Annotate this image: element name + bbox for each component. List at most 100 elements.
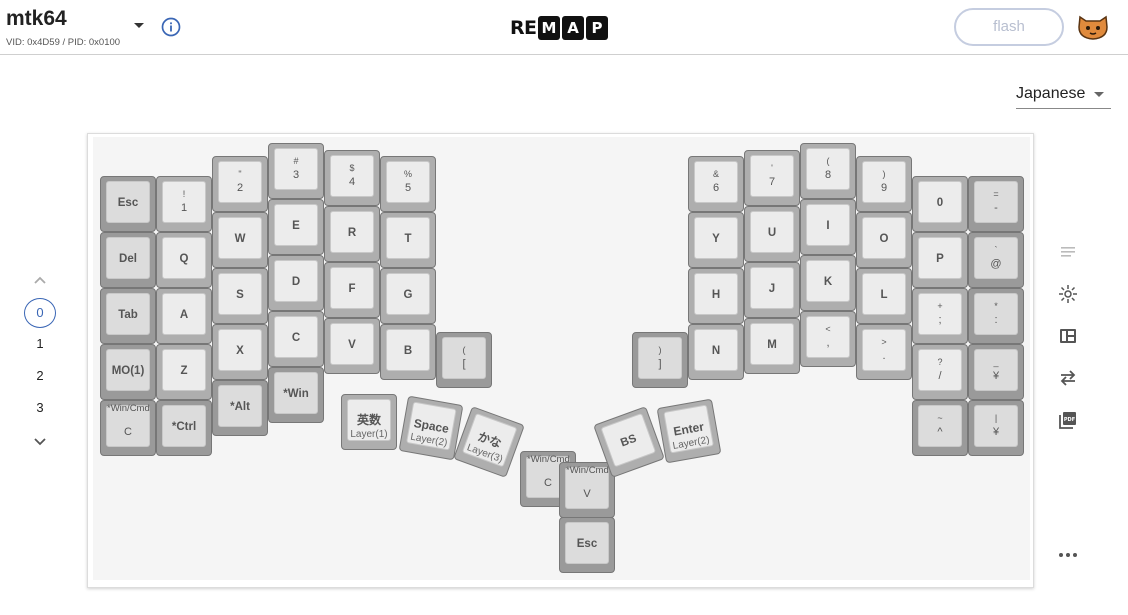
key-yen[interactable]: _ ¥ [968,344,1024,400]
key-enter[interactable]: Enter Layer(2) [656,398,722,464]
keycap-top: Del [106,237,150,279]
keycap-top: <, [806,316,850,358]
key-p[interactable]: P [912,232,968,288]
key-legend: J [768,283,776,295]
keycap-top: & 6 [694,161,738,203]
key-k6[interactable]: & 6 [688,156,744,212]
key-b[interactable]: B [380,324,436,380]
pdf-icon[interactable]: PDF [1058,410,1078,430]
keycap-top: L [862,273,906,315]
key-yen2[interactable]: | ¥ [968,400,1024,456]
key-k1[interactable]: ! 1 [156,176,212,232]
key-h[interactable]: H [688,268,744,324]
key-comma[interactable]: <, [800,311,856,367]
key-at[interactable]: ` @ [968,232,1024,288]
keyboard-menu-caret-icon[interactable] [134,23,144,28]
key-colon[interactable]: *: [968,288,1024,344]
key-space[interactable]: Space Layer(2) [398,395,464,461]
keyboard-language-select[interactable]: Japanese [1016,80,1111,109]
key-k4[interactable]: $4 [324,150,380,206]
key-x[interactable]: X [212,324,268,380]
key-m[interactable]: M [744,318,800,374]
lighting-icon[interactable] [1058,284,1078,304]
key-legend: Z [180,365,188,377]
key-k2[interactable]: " 2 [212,156,268,212]
key-i[interactable]: I [800,199,856,255]
key-legend: E [292,220,300,232]
key-k5[interactable]: % 5 [380,156,436,212]
key-wincmd_v[interactable]: *Win/Cmd V [559,462,615,518]
key-wincmd_c[interactable]: *Win/Cmd C [100,400,156,456]
key-f[interactable]: F [324,262,380,318]
key-k9[interactable]: ) 9 [856,156,912,212]
key-j[interactable]: J [744,262,800,318]
layer-up-chevron-icon[interactable] [32,272,48,288]
key-del[interactable]: Del [100,232,156,288]
key-legend: *Win [283,388,309,400]
key-y[interactable]: Y [688,212,744,268]
key-rbrk[interactable]: )] [632,332,688,388]
key-slash[interactable]: ? / [912,344,968,400]
layer-item-2[interactable]: 2 [24,361,56,391]
key-t[interactable]: T [380,212,436,268]
key-esc[interactable]: Esc [100,176,156,232]
key-period[interactable]: >. [856,324,912,380]
key-win[interactable]: *Win [268,367,324,423]
key-u[interactable]: U [744,206,800,262]
key-legend: 英数 [356,413,381,427]
key-caret[interactable]: ~ ^ [912,400,968,456]
logo-letter: R [510,17,525,39]
info-icon[interactable] [161,17,181,37]
key-a[interactable]: A [156,288,212,344]
key-c[interactable]: C [268,311,324,367]
key-esc2[interactable]: Esc [559,517,615,573]
key-shift-legend: _ [993,357,999,367]
key-n[interactable]: N [688,324,744,380]
swap-icon[interactable] [1058,368,1078,388]
key-shift-legend: ? [937,357,943,367]
key-o[interactable]: O [856,212,912,268]
key-e[interactable]: E [268,199,324,255]
keycap-top: *: [974,293,1018,335]
layer-item-0[interactable]: 0 [24,298,56,328]
keycap-top: ~ ^ [918,405,962,447]
key-g[interactable]: G [380,268,436,324]
key-kminus[interactable]: = - [968,176,1024,232]
key-s[interactable]: S [212,268,268,324]
key-d[interactable]: D [268,255,324,311]
more-options-icon[interactable] [1059,553,1077,558]
key-k0[interactable]: 0 [912,176,968,232]
keycap-top: 英数 Layer(1) [347,399,391,441]
key-mo1[interactable]: MO(1) [100,344,156,400]
key-legend: : [994,314,998,326]
layer-item-1[interactable]: 1 [24,329,56,359]
key-semi[interactable]: +; [912,288,968,344]
keycap-top: A [162,293,206,335]
key-q[interactable]: Q [156,232,212,288]
flash-button[interactable]: flash [954,8,1064,46]
layer-item-3[interactable]: 3 [24,393,56,423]
layer-down-chevron-icon[interactable] [32,434,48,450]
keycap-top: X [218,329,262,371]
key-lbrk[interactable]: ([ [436,332,492,388]
key-k3[interactable]: #3 [268,143,324,199]
layout-options-icon[interactable] [1058,326,1078,346]
key-list-icon[interactable] [1058,242,1078,262]
key-z[interactable]: Z [156,344,212,400]
key-ctrl[interactable]: *Ctrl [156,400,212,456]
user-avatar-icon[interactable] [1077,13,1109,41]
keyboard-name: mtk64 [6,7,67,30]
key-w[interactable]: W [212,212,268,268]
key-alt[interactable]: *Alt [212,380,268,436]
key-r[interactable]: R [324,206,380,262]
key-k8[interactable]: (8 [800,143,856,199]
key-l[interactable]: L [856,268,912,324]
key-v[interactable]: V [324,318,380,374]
key-legend: , [826,337,830,349]
key-legend: A [179,309,189,321]
key-k[interactable]: K [800,255,856,311]
key-tab[interactable]: Tab [100,288,156,344]
key-eisu[interactable]: 英数 Layer(1) [341,394,397,450]
keycap-top: Enter Layer(2) [663,404,714,454]
key-k7[interactable]: ' 7 [744,150,800,206]
